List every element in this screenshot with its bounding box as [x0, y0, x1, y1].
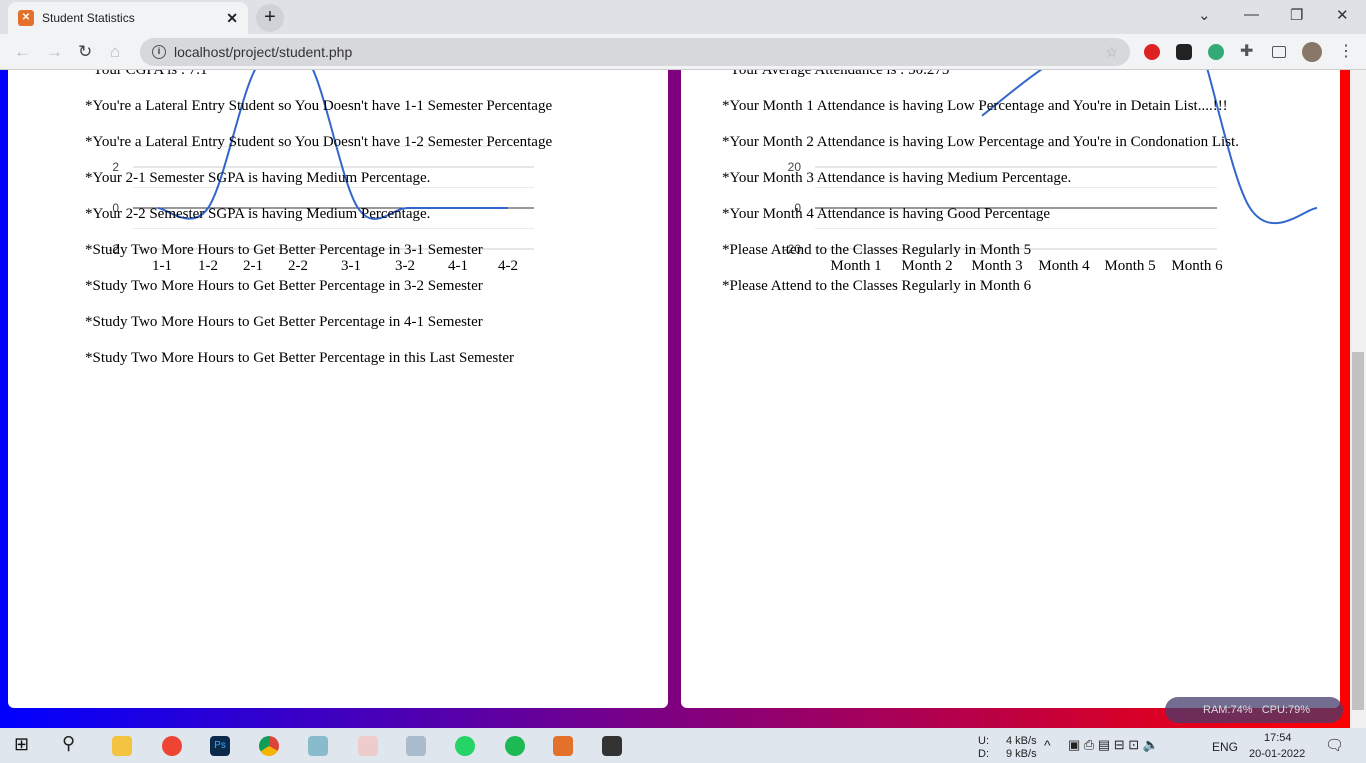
x-tick-label: Month 2	[901, 258, 952, 274]
message-line: *Your 2-1 Semester SGPA is having Medium…	[85, 170, 431, 186]
upload-speed: 4 kB/s	[1006, 735, 1037, 747]
download-speed: 9 kB/s	[1006, 748, 1037, 760]
app-icon[interactable]	[406, 736, 426, 756]
whatsapp-icon[interactable]	[455, 736, 475, 756]
message-line: *You're a Lateral Entry Student so You D…	[85, 134, 553, 150]
tab-search-icon[interactable]: ⌄	[1198, 6, 1211, 24]
x-tick-label: Month 5	[1104, 258, 1155, 274]
windows-start-icon[interactable]: ⊞	[14, 734, 34, 754]
message-line: *Your Average Attendance is : 50.275	[722, 70, 950, 78]
message-line: *You're a Lateral Entry Student so You D…	[85, 98, 553, 114]
message-line: *Please Attend to the Classes Regularly …	[722, 278, 1032, 294]
x-tick-label: 2-2	[288, 258, 308, 274]
extension-icon[interactable]	[1208, 44, 1224, 60]
ram-cpu-widget: RAM:74% CPU:79%	[1165, 697, 1343, 723]
avatar[interactable]	[1302, 42, 1322, 62]
info-icon[interactable]: i	[152, 45, 166, 59]
upload-label: U:	[978, 735, 989, 747]
puzzle-icon[interactable]: ✚	[1240, 41, 1256, 60]
app-icon[interactable]	[308, 736, 328, 756]
semester-card: 2 0 -2 1-1 1-2 2-1 2-2 3-1 3-2 4-1 4-2 *Your CGPA …	[8, 70, 668, 708]
extension-icon[interactable]	[1176, 44, 1192, 60]
restore-button[interactable]: ❐	[1290, 6, 1303, 24]
url-text: localhost/project/student.php	[174, 44, 353, 60]
x-tick-label: 1-1	[152, 258, 172, 274]
close-tab-icon[interactable]: ✕	[226, 10, 238, 27]
page-content: 2 0 -2 1-1 1-2 2-1 2-2 3-1 3-2 4-1 4-2 *Your CGPA …	[0, 70, 1350, 728]
x-tick-label: 4-2	[498, 258, 518, 274]
x-tick-label: 1-2	[198, 258, 218, 274]
attendance-card: 20 0 -20 Month 1 Month 2 Month 3 Month 4 Month …	[681, 70, 1340, 708]
cast-icon[interactable]	[1272, 46, 1286, 58]
reload-icon[interactable]: ↻	[78, 42, 92, 62]
forward-icon[interactable]: →	[46, 42, 63, 62]
message-line: *Your Month 4 Attendance is having Good …	[722, 206, 1051, 222]
message-line: *Study Two More Hours to Get Better Perc…	[85, 278, 483, 294]
message-line: *Please Attend to the Classes Regularly …	[722, 242, 1032, 258]
tray-icons[interactable]: ▣ ⎙ ▤ ⊟ ⊡ 🔈	[1068, 737, 1159, 753]
message-line: *Your Month 2 Attendance is having Low P…	[722, 134, 1239, 150]
file-explorer-icon[interactable]	[112, 736, 132, 756]
notifications-icon[interactable]: 🗨	[1325, 736, 1344, 754]
address-bar[interactable]: i localhost/project/student.php ☆	[140, 38, 1130, 66]
spotify-icon[interactable]	[505, 736, 525, 756]
home-icon[interactable]: ⌂	[110, 42, 120, 62]
x-tick-label: Month 4	[1038, 258, 1090, 274]
x-tick-label: Month 6	[1171, 258, 1223, 274]
close-window-button[interactable]: ✕	[1336, 6, 1349, 24]
minimize-button[interactable]: —	[1244, 6, 1259, 23]
ram-usage: RAM:74%	[1203, 704, 1253, 716]
back-icon[interactable]: ←	[14, 42, 31, 62]
message-line: *Your Month 3 Attendance is having Mediu…	[722, 170, 1072, 186]
message-line: *Study Two More Hours to Get Better Perc…	[85, 350, 515, 366]
clock-date[interactable]: 20-01-2022	[1249, 748, 1305, 760]
download-label: D:	[978, 748, 989, 760]
photoshop-icon[interactable]: Ps	[210, 736, 230, 756]
taskbar: ⊞ ⚲ Ps U: D: 4 kB/s 9 kB/s ^ ▣ ⎙ ▤ ⊟ ⊡ 🔈…	[0, 728, 1366, 763]
sublime-text-icon[interactable]	[602, 736, 622, 756]
x-tick-label: 3-1	[341, 258, 361, 274]
snipping-icon[interactable]	[358, 736, 378, 756]
x-tick-label: Month 3	[971, 258, 1022, 274]
chrome-icon[interactable]	[259, 736, 279, 756]
extension-icon[interactable]	[1144, 44, 1160, 60]
xampp-icon: ✕	[18, 10, 34, 26]
x-tick-label: 4-1	[448, 258, 468, 274]
message-line: *Your 2-2 Semester SGPA is having Medium…	[85, 206, 431, 222]
x-tick-label: Month 1	[830, 258, 881, 274]
language-indicator[interactable]: ENG	[1212, 740, 1238, 754]
message-line: *Your CGPA is : 7.1	[85, 70, 208, 78]
scrollbar[interactable]	[1350, 70, 1366, 728]
bookmark-star-icon[interactable]: ☆	[1105, 44, 1118, 61]
search-icon[interactable]: ⚲	[62, 733, 82, 753]
xampp-icon[interactable]	[553, 736, 573, 756]
new-tab-button[interactable]: +	[256, 4, 284, 32]
clock-time[interactable]: 17:54	[1264, 732, 1292, 744]
menu-icon[interactable]: ⋮	[1338, 41, 1354, 60]
message-line: *Study Two More Hours to Get Better Perc…	[85, 314, 483, 330]
tab-title: Student Statistics	[42, 11, 135, 25]
browser-toolbar: ← → ↻ ⌂ i localhost/project/student.php …	[0, 34, 1366, 70]
chevron-up-icon[interactable]: ^	[1044, 737, 1051, 753]
tab-bar: ✕ Student Statistics ✕ + ⌄ — ❐ ✕	[0, 0, 1366, 34]
message-line: *Study Two More Hours to Get Better Perc…	[85, 242, 483, 258]
x-tick-label: 3-2	[395, 258, 415, 274]
cpu-usage: CPU:79%	[1261, 704, 1310, 716]
message-line: *Your Month 1 Attendance is having Low P…	[722, 98, 1228, 114]
scrollbar-thumb[interactable]	[1352, 352, 1364, 710]
x-tick-label: 2-1	[243, 258, 263, 274]
recorder-icon[interactable]	[162, 736, 182, 756]
tab-student-statistics[interactable]: ✕ Student Statistics ✕	[8, 2, 248, 34]
